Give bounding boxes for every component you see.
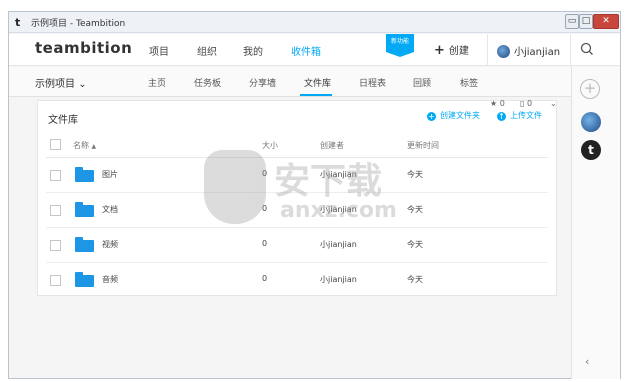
column-size[interactable]: 大小 (262, 140, 278, 151)
file-library-panel: 文件库 ★ 0 ▯ 0 ⌄ + 创建文件夹 ↑ 上传文件 名称 ▲ 大小 创建者 更… (37, 99, 557, 298)
clip-count[interactable]: ▯ 0 (520, 99, 532, 108)
folder-icon (75, 167, 94, 182)
app-icon: t (15, 16, 21, 29)
star-count[interactable]: ★ 0 (490, 99, 505, 108)
table-header: 名称 ▲ 大小 创建者 更新时间 (46, 134, 548, 158)
file-size: 0 (262, 169, 268, 178)
column-creator[interactable]: 创建者 (320, 140, 344, 151)
maximize-button[interactable]: □ (579, 14, 593, 29)
close-button[interactable]: ✕ (593, 14, 619, 29)
user-name: 小jianjian (514, 47, 561, 58)
project-subnav: 示例项目 ⌄ 主页 任务板 分享墙 文件库 日程表 回顾 标签 (9, 67, 571, 97)
user-menu[interactable]: 小jianjian (497, 43, 560, 58)
tab-review[interactable]: 回顾 (413, 76, 431, 89)
tab-share-wall[interactable]: 分享墙 (249, 76, 276, 89)
new-feature-badge[interactable]: 新功能 (386, 34, 414, 57)
panel-title: 文件库 (48, 115, 78, 126)
row-checkbox[interactable] (50, 275, 61, 286)
row-checkbox[interactable] (50, 240, 61, 251)
file-name[interactable]: 视频 (102, 239, 118, 250)
file-creator: 小jianjian (320, 275, 357, 284)
file-updated: 今天 (407, 170, 423, 179)
select-all-checkbox[interactable] (50, 139, 61, 150)
tab-taskboard[interactable]: 任务板 (194, 76, 221, 89)
file-updated: 今天 (407, 275, 423, 284)
file-size: 0 (262, 274, 268, 283)
project-name: 示例项目 (35, 79, 75, 90)
header-divider (570, 34, 571, 66)
table-row[interactable]: 音频 0 小jianjian 今天 (46, 263, 548, 298)
header-divider (487, 34, 488, 66)
create-label: 创建 (448, 46, 469, 57)
file-creator: 小jianjian (320, 205, 357, 214)
folder-icon (75, 272, 94, 287)
star-icon: ★ (490, 99, 498, 108)
folder-icon (75, 202, 94, 217)
project-selector[interactable]: 示例项目 ⌄ (35, 75, 87, 90)
file-name[interactable]: 文档 (102, 204, 118, 215)
title-bar: t 示例项目 - Teambition ▭ □ ✕ (9, 12, 620, 33)
nav-mine[interactable]: 我的 (243, 43, 263, 58)
sort-asc-icon: ▲ (91, 143, 97, 150)
table-row[interactable]: 图片 0 小jianjian 今天 (46, 158, 548, 193)
nav-projects[interactable]: 项目 (149, 43, 169, 58)
tab-home[interactable]: 主页 (148, 76, 166, 89)
row-checkbox[interactable] (50, 170, 61, 181)
chevron-down-icon: ⌄ (78, 79, 87, 90)
upload-file-button[interactable]: ↑ 上传文件 (497, 110, 542, 121)
teambition-logo[interactable]: teambition (35, 39, 132, 57)
file-name[interactable]: 音频 (102, 274, 118, 285)
file-updated: 今天 (407, 205, 423, 214)
clipboard-icon: ▯ (520, 99, 525, 108)
teambition-app-icon[interactable]: t (581, 140, 601, 160)
tab-file-library[interactable]: 文件库 (304, 76, 331, 89)
window-title: 示例项目 - Teambition (31, 19, 126, 29)
clip-count-value: 0 (526, 99, 533, 108)
avatar-globe-icon (497, 45, 510, 58)
tab-tags[interactable]: 标签 (460, 76, 478, 89)
plus-icon: + (434, 43, 445, 58)
folder-icon (75, 237, 94, 252)
create-folder-label: 创建文件夹 (440, 111, 480, 120)
minimize-button[interactable]: ▭ (565, 14, 579, 29)
right-sidebar: + t ‹ (571, 67, 620, 379)
create-folder-button[interactable]: + 创建文件夹 (427, 110, 480, 121)
top-header: teambition 项目 组织 我的 收件箱 新功能 + 创建 小jianjia… (9, 34, 620, 66)
file-size: 0 (262, 204, 268, 213)
add-app-icon[interactable]: + (580, 79, 600, 99)
file-creator: 小jianjian (320, 170, 357, 179)
active-tab-indicator (300, 94, 332, 96)
column-name-label: 名称 (73, 141, 89, 150)
file-size: 0 (262, 239, 268, 248)
search-icon[interactable] (579, 41, 595, 57)
create-button[interactable]: + 创建 (434, 42, 469, 58)
column-name[interactable]: 名称 ▲ (73, 140, 96, 151)
nav-organization[interactable]: 组织 (197, 43, 217, 58)
upload-circle-icon: ↑ (497, 112, 506, 121)
table-row[interactable]: 文档 0 小jianjian 今天 (46, 193, 548, 228)
file-name[interactable]: 图片 (102, 169, 118, 180)
row-checkbox[interactable] (50, 205, 61, 216)
globe-avatar-icon[interactable] (581, 112, 601, 132)
file-updated: 今天 (407, 240, 423, 249)
table-row[interactable]: 视频 0 小jianjian 今天 (46, 228, 548, 263)
star-count-value: 0 (499, 99, 505, 108)
plus-circle-icon: + (427, 112, 436, 121)
nav-inbox[interactable]: 收件箱 (291, 43, 321, 58)
upload-file-label: 上传文件 (510, 111, 542, 120)
tab-calendar[interactable]: 日程表 (359, 76, 386, 89)
column-updated[interactable]: 更新时间 (407, 140, 439, 151)
app-window: t 示例项目 - Teambition ▭ □ ✕ teambition 项目 … (8, 11, 621, 379)
panel-chevron-down-icon[interactable]: ⌄ (550, 99, 557, 108)
collapse-sidebar-icon[interactable]: ‹ (585, 355, 589, 368)
file-creator: 小jianjian (320, 240, 357, 249)
